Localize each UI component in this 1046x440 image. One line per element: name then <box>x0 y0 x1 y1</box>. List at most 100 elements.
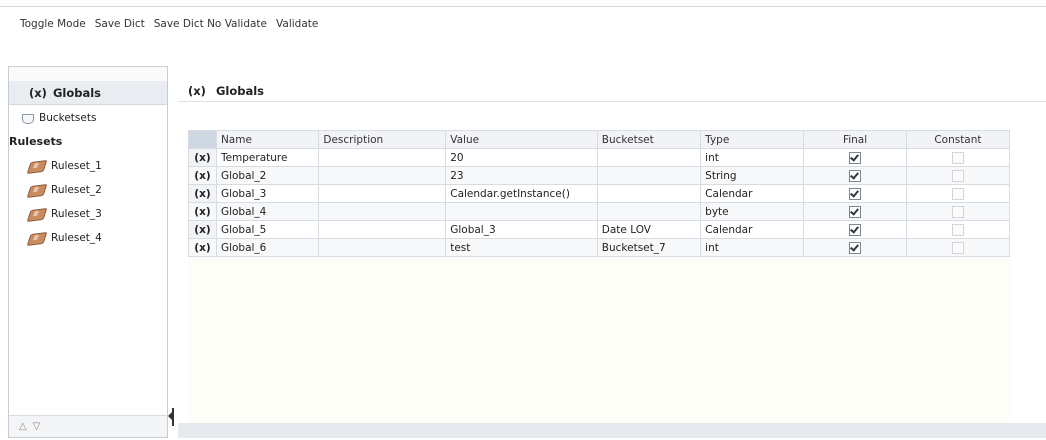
cell-constant <box>905 202 1011 221</box>
rulesets-heading: Rulesets <box>9 135 63 148</box>
nav-item-ruleset-label: Ruleset_2 <box>51 184 102 196</box>
nav-item-ruleset[interactable]: Ruleset_4 <box>29 229 102 247</box>
nav-item-ruleset[interactable]: Ruleset_2 <box>29 181 102 199</box>
table-row[interactable]: (x) Global_4 byte <box>188 202 1011 221</box>
cell-bucketset[interactable] <box>596 184 702 203</box>
row-variable-icon[interactable]: (x) <box>188 166 217 185</box>
cell-final <box>803 202 907 221</box>
globals-table: Name Description Value Bucketset Type Fi… <box>188 130 1011 257</box>
constant-checkbox[interactable] <box>951 241 964 254</box>
final-checkbox[interactable] <box>849 205 862 218</box>
final-checkbox[interactable] <box>849 169 862 182</box>
cell-type[interactable]: int <box>700 238 805 257</box>
ruleset-icon <box>29 160 45 172</box>
nav-item-globals-label: Globals <box>52 85 101 100</box>
final-checkbox[interactable] <box>849 223 862 236</box>
select-all-corner[interactable] <box>188 130 217 149</box>
nav-item-ruleset[interactable]: Ruleset_1 <box>29 157 102 175</box>
column-header-description[interactable]: Description <box>318 130 447 149</box>
cell-final <box>803 148 907 167</box>
column-header-constant[interactable]: Constant <box>905 130 1011 149</box>
collapse-splitter-handle[interactable] <box>168 408 174 426</box>
nav-item-globals[interactable]: (x) Globals <box>9 81 167 105</box>
table-header-row: Name Description Value Bucketset Type Fi… <box>188 130 1011 149</box>
ruleset-icon <box>29 184 45 196</box>
move-up-icon[interactable]: △ <box>19 421 27 432</box>
cell-value[interactable] <box>445 202 598 221</box>
cell-type[interactable]: Calendar <box>700 184 805 203</box>
save-dict-no-validate-button[interactable]: Save Dict No Validate <box>154 18 267 36</box>
cell-value[interactable]: 23 <box>445 166 598 185</box>
cell-description[interactable] <box>318 220 447 239</box>
toggle-mode-button[interactable]: Toggle Mode <box>20 18 86 36</box>
cell-description[interactable] <box>318 184 447 203</box>
save-dict-button[interactable]: Save Dict <box>95 18 145 36</box>
cell-bucketset[interactable]: Bucketset_7 <box>596 238 702 257</box>
move-down-icon[interactable]: ▽ <box>33 421 41 432</box>
cell-name[interactable]: Global_5 <box>215 220 320 239</box>
cell-description[interactable] <box>318 148 447 167</box>
cell-type[interactable]: String <box>700 166 805 185</box>
column-header-value[interactable]: Value <box>445 130 598 149</box>
nav-item-bucketsets[interactable]: Bucketsets <box>21 109 96 127</box>
ruleset-icon <box>29 232 45 244</box>
title-divider <box>178 101 1046 102</box>
nav-item-ruleset[interactable]: Ruleset_3 <box>29 205 102 223</box>
row-variable-icon[interactable]: (x) <box>188 202 217 221</box>
cell-constant <box>905 148 1011 167</box>
constant-checkbox[interactable] <box>951 223 964 236</box>
cell-bucketset[interactable]: Date LOV <box>596 220 702 239</box>
row-variable-icon[interactable]: (x) <box>188 148 217 167</box>
row-variable-icon[interactable]: (x) <box>188 220 217 239</box>
constant-checkbox[interactable] <box>951 187 964 200</box>
nav-item-ruleset-label: Ruleset_4 <box>51 232 102 244</box>
column-header-bucketset[interactable]: Bucketset <box>596 130 702 149</box>
row-variable-icon[interactable]: (x) <box>188 184 217 203</box>
cell-name[interactable]: Global_3 <box>215 184 320 203</box>
cell-constant <box>905 220 1011 239</box>
top-divider <box>0 6 1046 7</box>
cell-type[interactable]: byte <box>700 202 805 221</box>
cell-bucketset[interactable] <box>596 202 702 221</box>
row-variable-icon[interactable]: (x) <box>188 238 217 257</box>
table-row[interactable]: (x) Global_6 test Bucketset_7 int <box>188 238 1011 257</box>
cell-bucketset[interactable] <box>596 166 702 185</box>
validate-button[interactable]: Validate <box>276 18 318 36</box>
cell-name[interactable]: Global_4 <box>215 202 320 221</box>
cell-final <box>803 238 907 257</box>
column-header-final[interactable]: Final <box>803 130 907 149</box>
page-title-text: Globals <box>215 84 265 98</box>
cell-description[interactable] <box>318 238 447 257</box>
cell-name[interactable]: Temperature <box>215 148 320 167</box>
cell-value[interactable]: Global_3 <box>445 220 598 239</box>
cell-bucketset[interactable] <box>596 148 702 167</box>
globals-grid-area: Name Description Value Bucketset Type Fi… <box>188 130 1011 430</box>
constant-checkbox[interactable] <box>951 151 964 164</box>
table-row[interactable]: (x) Temperature 20 int <box>188 148 1011 167</box>
globals-variable-icon: (x) <box>29 85 47 100</box>
cell-type[interactable]: int <box>700 148 805 167</box>
final-checkbox[interactable] <box>849 241 862 254</box>
cell-value[interactable]: test <box>445 238 598 257</box>
cell-value[interactable]: 20 <box>445 148 598 167</box>
cell-final <box>803 184 907 203</box>
column-header-type[interactable]: Type <box>700 130 805 149</box>
cell-name[interactable]: Global_2 <box>215 166 320 185</box>
cell-value[interactable]: Calendar.getInstance() <box>445 184 598 203</box>
column-header-name[interactable]: Name <box>215 130 320 149</box>
final-checkbox[interactable] <box>849 187 862 200</box>
nav-item-ruleset-label: Ruleset_3 <box>51 208 102 220</box>
constant-checkbox[interactable] <box>951 205 964 218</box>
cell-description[interactable] <box>318 202 447 221</box>
table-row[interactable]: (x) Global_3 Calendar.getInstance() Calenda… <box>188 184 1011 203</box>
constant-checkbox[interactable] <box>951 169 964 182</box>
table-row[interactable]: (x) Global_2 23 String <box>188 166 1011 185</box>
table-row[interactable]: (x) Global_5 Global_3 Date LOV Calendar <box>188 220 1011 239</box>
cell-type[interactable]: Calendar <box>700 220 805 239</box>
nav-item-ruleset-label: Ruleset_1 <box>51 160 102 172</box>
final-checkbox[interactable] <box>849 151 862 164</box>
cell-description[interactable] <box>318 166 447 185</box>
dictionary-navigator: (x) Globals Bucketsets Rulesets Ruleset_… <box>8 66 168 438</box>
cell-name[interactable]: Global_6 <box>215 238 320 257</box>
page-title: (x) Globals <box>188 84 264 98</box>
